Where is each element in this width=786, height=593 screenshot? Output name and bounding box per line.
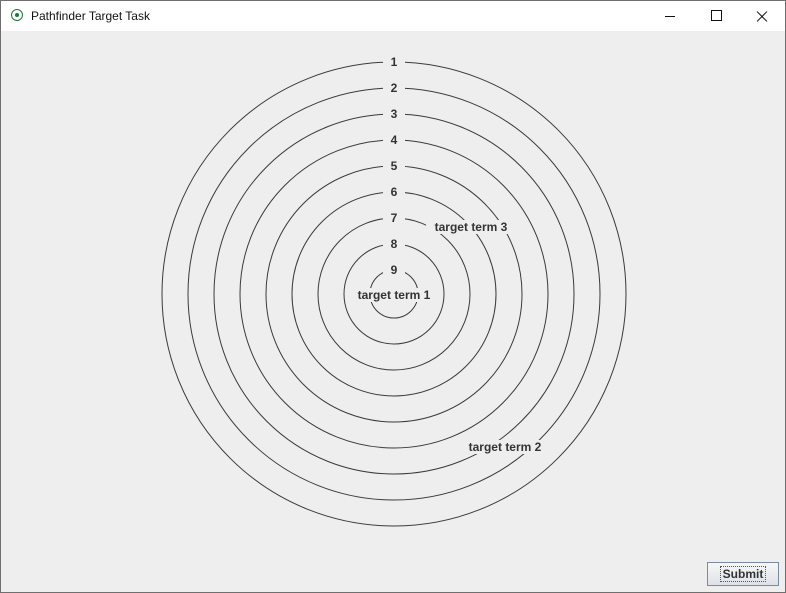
ring-label: 3 (391, 107, 398, 121)
maximize-button[interactable] (693, 1, 739, 31)
ring-label: 1 (391, 55, 398, 69)
minimize-button[interactable] (647, 1, 693, 31)
target-term[interactable]: target term 3 (435, 220, 508, 234)
ring-label: 7 (391, 211, 398, 225)
target-panel: 1 2 3 4 5 6 7 8 9 target term 1 target term 3 targ… (1, 31, 785, 592)
ring-label: 4 (391, 133, 398, 147)
app-window: Pathfinder Target Task 1 2 3 4 5 6 7 8 9 target … (0, 0, 786, 593)
submit-button[interactable]: Submit (707, 562, 779, 586)
submit-label: Submit (719, 566, 767, 582)
close-button[interactable] (739, 1, 785, 31)
ring-label: 8 (391, 237, 398, 251)
window-title: Pathfinder Target Task (31, 9, 150, 23)
target-term[interactable]: target term 1 (358, 288, 431, 302)
target-term[interactable]: target term 2 (469, 440, 542, 454)
ring-label: 9 (391, 263, 398, 277)
ring-label: 6 (391, 185, 398, 199)
title-bar: Pathfinder Target Task (1, 1, 785, 31)
ring-label: 5 (391, 159, 398, 173)
target-icon (11, 9, 23, 21)
target-board: 1 2 3 4 5 6 7 8 9 target term 1 target term 3 targ… (161, 54, 627, 527)
ring-label: 2 (391, 81, 398, 95)
